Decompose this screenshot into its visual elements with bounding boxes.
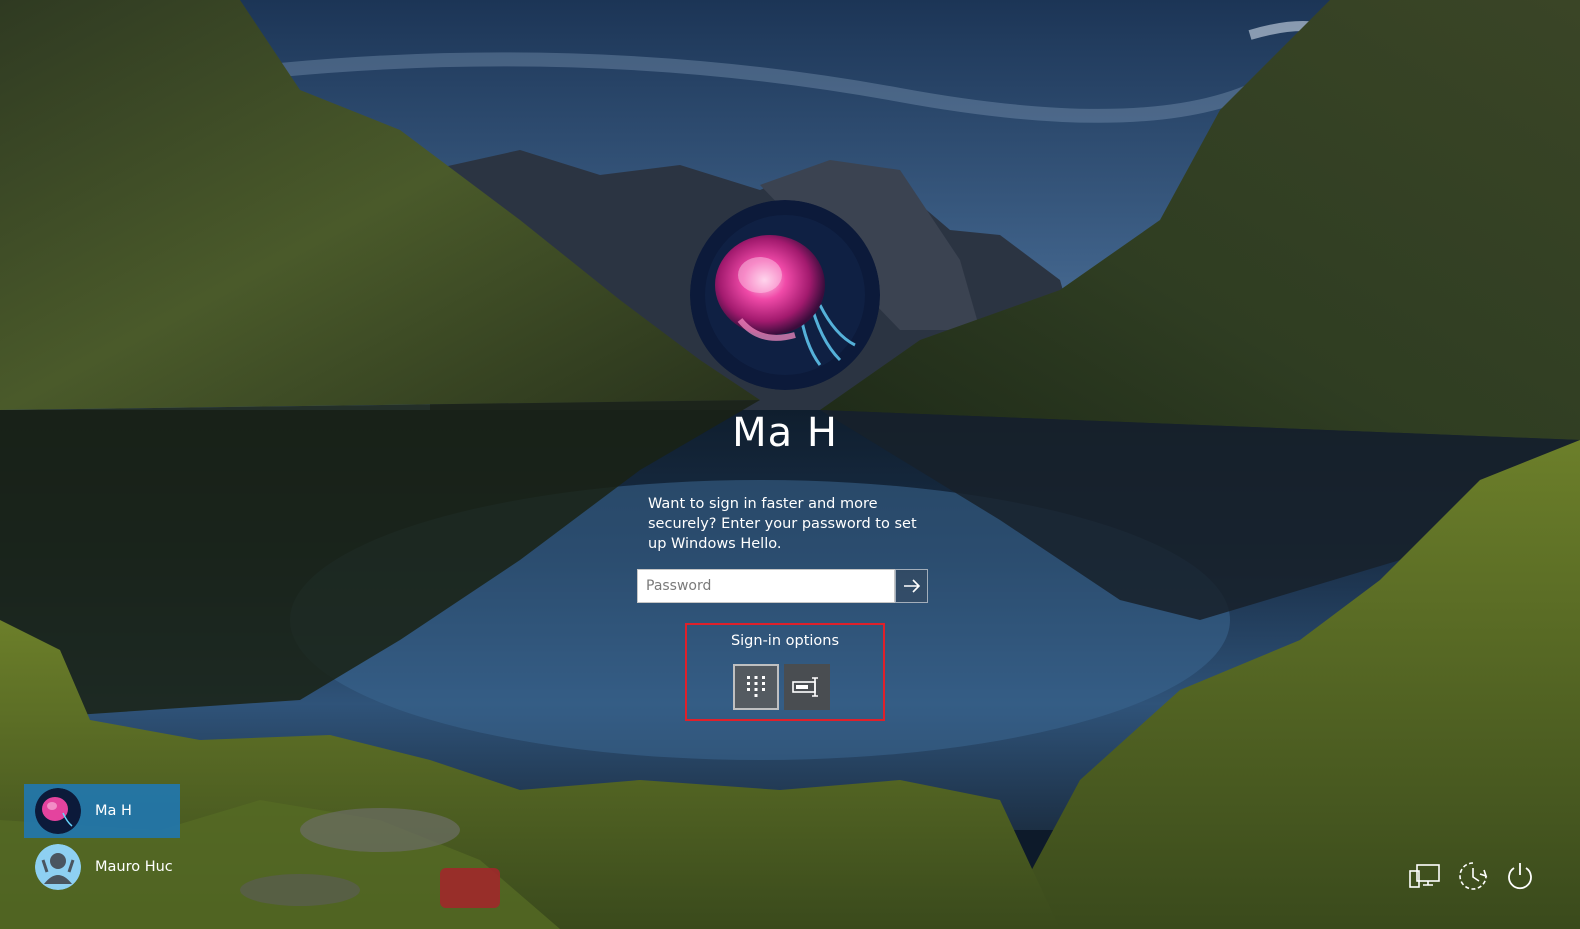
- lock-screen: Ma H Want to sign in faster and more sec…: [0, 0, 1580, 929]
- power-button[interactable]: [1502, 858, 1538, 894]
- power-icon: [1508, 863, 1532, 890]
- password-key-icon: [792, 677, 818, 697]
- windows-hello-message: Want to sign in faster and more securely…: [648, 496, 917, 552]
- pin-signin-option[interactable]: [733, 664, 779, 710]
- network-button[interactable]: [1407, 858, 1443, 894]
- user-tile-name: Mauro Huc: [95, 859, 173, 875]
- ease-of-access-button[interactable]: [1455, 858, 1491, 894]
- password-input[interactable]: [637, 569, 895, 603]
- submit-button[interactable]: [895, 569, 928, 603]
- user-tile-mauro-huc[interactable]: Mauro Huc: [24, 840, 180, 894]
- jellyfish-avatar: [35, 788, 81, 834]
- password-box: [637, 569, 929, 603]
- ease-of-access-icon: [1459, 862, 1488, 890]
- user-name: Ma H: [732, 410, 838, 456]
- signin-options-label[interactable]: Sign-in options: [685, 633, 885, 649]
- network-icon: [1409, 864, 1440, 888]
- user-tile-name: Ma H: [95, 803, 132, 819]
- pin-keypad-icon: [747, 676, 765, 697]
- user-avatar: [690, 200, 880, 390]
- person-avatar: [35, 844, 81, 890]
- password-signin-option[interactable]: [784, 664, 830, 710]
- user-tile-ma-h[interactable]: Ma H: [24, 784, 180, 838]
- wallpaper-background: [0, 0, 1580, 929]
- arrow-right-icon: [903, 579, 920, 593]
